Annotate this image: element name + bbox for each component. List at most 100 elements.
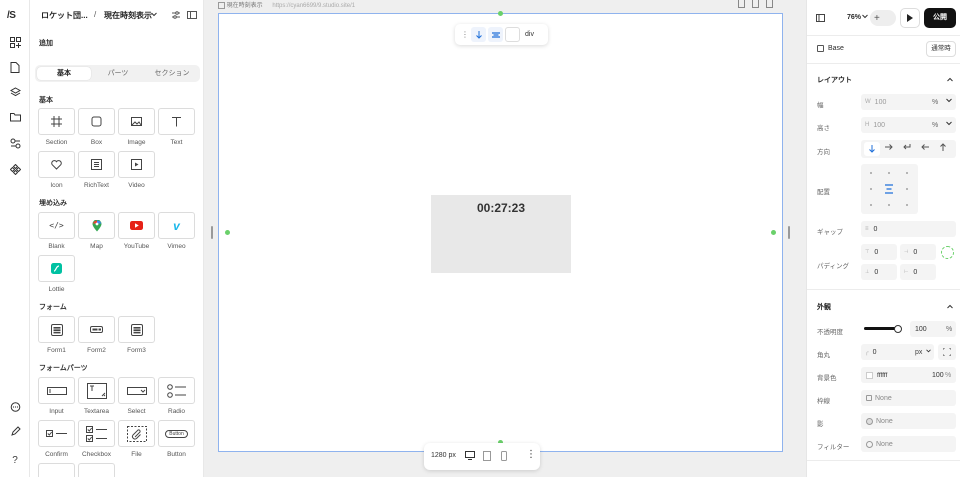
button-tile[interactable]: Button xyxy=(158,420,195,447)
more-tile[interactable] xyxy=(38,463,75,477)
corner-expand-icon[interactable] xyxy=(938,344,956,360)
collapse-chevron-icon[interactable] xyxy=(947,77,953,82)
viewport-width[interactable]: 1280 px xyxy=(431,452,456,459)
radio-tile[interactable] xyxy=(158,377,195,404)
shadow-value[interactable]: None xyxy=(876,418,893,425)
left-drag-handle[interactable] xyxy=(211,226,213,239)
direction-right-icon[interactable] xyxy=(885,144,893,150)
preview-play-icon[interactable] xyxy=(900,8,920,28)
image-tile[interactable] xyxy=(118,108,155,135)
form1-tile[interactable] xyxy=(38,316,75,343)
radius-value[interactable]: 0 xyxy=(873,349,877,356)
padding-left-value[interactable]: 0 xyxy=(913,269,917,276)
opacity-field[interactable]: 100 % xyxy=(910,321,956,337)
project-name[interactable]: ロケット団... xyxy=(41,10,88,21)
padding-top-value[interactable]: 0 xyxy=(874,249,878,256)
section-tile[interactable] xyxy=(38,108,75,135)
publish-button[interactable]: 公開 xyxy=(924,8,956,28)
chevron-down-icon[interactable] xyxy=(151,12,157,17)
pen-icon[interactable] xyxy=(8,424,22,438)
gap-value[interactable]: 0 xyxy=(874,226,878,233)
direction-down-icon[interactable] xyxy=(864,142,880,156)
collapse-chevron-icon[interactable] xyxy=(947,304,953,309)
align-center-icon[interactable] xyxy=(488,27,503,42)
vimeo-tile[interactable]: v xyxy=(158,212,195,239)
sidebar-toggle-icon[interactable] xyxy=(816,14,825,22)
page-name[interactable]: 現在時刻表示 xyxy=(104,10,152,21)
state-button[interactable]: 通常時 xyxy=(926,41,956,57)
bg-color-field[interactable]: ffffff 100 % xyxy=(861,367,956,383)
video-tile[interactable] xyxy=(118,151,155,178)
padding-left-field[interactable]: ⊢ 0 xyxy=(900,264,936,280)
height-field[interactable]: H 100 % xyxy=(861,117,956,133)
mobile-icon[interactable] xyxy=(501,451,507,461)
padding-link-icon[interactable] xyxy=(941,246,954,259)
bg-color-value[interactable]: ffffff xyxy=(877,372,887,379)
components-icon[interactable] xyxy=(8,162,22,176)
text-tile[interactable] xyxy=(158,108,195,135)
direction-down-icon[interactable] xyxy=(471,27,486,42)
lottie-tile[interactable] xyxy=(38,255,75,282)
width-unit[interactable]: % xyxy=(932,99,938,106)
duplicate-icon[interactable] xyxy=(752,0,759,8)
chat-icon[interactable] xyxy=(8,400,22,414)
direction-wrap-icon[interactable] xyxy=(903,144,911,150)
tab-sections[interactable]: セクション xyxy=(145,67,199,80)
radius-unit[interactable]: px xyxy=(915,349,922,356)
tab-parts[interactable]: パーツ xyxy=(91,67,145,80)
filter-field[interactable]: None xyxy=(861,436,956,452)
top-resize-dot[interactable] xyxy=(498,11,503,16)
right-drag-handle[interactable] xyxy=(788,226,790,239)
more-options-icon[interactable]: ⋮ xyxy=(526,449,536,460)
youtube-tile[interactable] xyxy=(118,212,155,239)
width-value[interactable]: 100 xyxy=(875,99,887,106)
color-swatch[interactable] xyxy=(505,27,520,42)
align-grid[interactable] xyxy=(861,164,918,214)
left-resize-dot[interactable] xyxy=(225,230,230,235)
cms-icon[interactable] xyxy=(8,136,22,150)
gap-field[interactable]: ≡ 0 xyxy=(861,221,956,237)
add-elements-icon[interactable] xyxy=(8,35,22,49)
drag-handle-icon[interactable]: ⋮ xyxy=(461,30,469,38)
page-frame[interactable]: ⋮ div 00:27:23 xyxy=(218,11,783,452)
panel-toggle-icon[interactable] xyxy=(187,10,197,20)
form3-tile[interactable] xyxy=(118,316,155,343)
padding-right-field[interactable]: ⊣ 0 xyxy=(900,244,936,260)
height-value[interactable]: 100 xyxy=(873,122,885,129)
opacity-value[interactable]: 100 xyxy=(915,326,927,333)
base-checkbox[interactable] xyxy=(817,45,824,52)
richtext-tile[interactable] xyxy=(78,151,115,178)
studio-logo[interactable]: /S xyxy=(7,10,16,21)
direction-left-icon[interactable] xyxy=(921,144,929,150)
opacity-slider[interactable] xyxy=(864,324,902,334)
filter-value[interactable]: None xyxy=(876,441,893,448)
trash-icon[interactable] xyxy=(738,0,745,8)
layers-icon[interactable] xyxy=(8,85,22,99)
padding-right-value[interactable]: 0 xyxy=(913,249,917,256)
select-tile[interactable] xyxy=(118,377,155,404)
blank-tile[interactable]: </> xyxy=(38,212,75,239)
padding-bottom-value[interactable]: 0 xyxy=(874,269,878,276)
padding-top-field[interactable]: ⊤ 0 xyxy=(861,244,897,260)
help-icon[interactable]: ? xyxy=(8,453,22,467)
icon-tile[interactable] xyxy=(38,151,75,178)
clock-box[interactable]: 00:27:23 xyxy=(431,195,571,273)
file-tile[interactable] xyxy=(118,420,155,447)
radius-field[interactable]: ╭ 0 px xyxy=(861,344,934,360)
more-tile[interactable] xyxy=(78,463,115,477)
desktop-icon[interactable] xyxy=(465,451,475,460)
width-field[interactable]: W 100 % xyxy=(861,94,956,110)
bg-opacity-value[interactable]: 100 xyxy=(932,372,944,379)
map-tile[interactable] xyxy=(78,212,115,239)
page-url[interactable]: https://cyan6699/9.studio.site/1 xyxy=(272,3,355,9)
confirm-tile[interactable] xyxy=(38,420,75,447)
border-field[interactable]: None xyxy=(861,390,956,406)
pages-icon[interactable] xyxy=(8,60,22,74)
box-tile[interactable] xyxy=(78,108,115,135)
padding-bottom-field[interactable]: ⊥ 0 xyxy=(861,264,897,280)
direction-up-icon[interactable] xyxy=(940,143,946,151)
border-value[interactable]: None xyxy=(875,395,892,402)
height-unit[interactable]: % xyxy=(932,122,938,129)
right-resize-dot[interactable] xyxy=(771,230,776,235)
page-settings-icon[interactable] xyxy=(171,10,181,20)
